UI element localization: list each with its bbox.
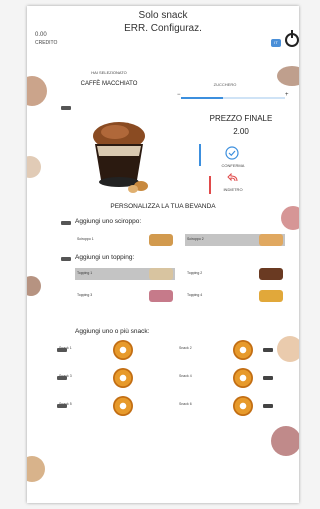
- selected-product-name: CAFFÈ MACCHIATO: [80, 81, 138, 87]
- topping-option-3[interactable]: Topping 3: [75, 290, 175, 302]
- topping-section-button[interactable]: [61, 257, 71, 261]
- background-decoration: [271, 426, 299, 456]
- syrup-image: [259, 234, 283, 246]
- donut-image: [113, 368, 133, 388]
- topping-image: [149, 290, 173, 302]
- background-decoration: [27, 276, 41, 296]
- background-decoration: [27, 456, 45, 482]
- snack-label: Snack 4: [179, 374, 192, 378]
- syrup-image: [149, 234, 173, 246]
- sugar-increase-button[interactable]: +: [285, 92, 289, 98]
- final-price-value: 2.00: [233, 127, 249, 136]
- snack-option-2[interactable]: Snack 2: [175, 340, 275, 360]
- final-price-label: PREZZO FINALE: [209, 114, 273, 123]
- snack-left-button[interactable]: [57, 376, 67, 380]
- background-decoration: [27, 156, 41, 178]
- snack-label: Snack 2: [179, 346, 192, 350]
- power-icon[interactable]: [283, 28, 299, 48]
- kiosk-screen: 0.00 CREDITO Solo snack ERR. Configuraz.…: [27, 6, 299, 503]
- coffee-cup-image: [93, 122, 148, 193]
- back-button[interactable]: INDIETRO: [213, 187, 253, 192]
- donut-image: [113, 340, 133, 360]
- background-decoration: [27, 76, 47, 106]
- topping-option-label: Topping 4: [187, 293, 203, 297]
- topping-image: [259, 268, 283, 280]
- topping-image: [149, 268, 173, 280]
- confirm-accent-bar: [199, 144, 201, 166]
- status-title: Solo snack: [138, 10, 188, 21]
- donut-image: [233, 368, 253, 388]
- credit-label: CREDITO: [35, 40, 58, 46]
- syrup-option-1[interactable]: Sciroppo 1: [75, 234, 175, 246]
- snack-label: Snack 6: [179, 402, 192, 406]
- sugar-slider-fill: [181, 97, 223, 99]
- topping-image: [259, 290, 283, 302]
- back-accent-bar: [209, 176, 211, 194]
- topping-option-4[interactable]: Topping 4: [185, 290, 285, 302]
- snack-add-button[interactable]: [263, 376, 273, 380]
- snack-option-1[interactable]: Snack 1: [55, 340, 155, 360]
- topping-option-label: Topping 3: [77, 293, 93, 297]
- status-subtitle: ERR. Configuraz.: [124, 23, 202, 34]
- confirm-button[interactable]: CONFERMA: [213, 163, 253, 168]
- snack-left-button[interactable]: [57, 404, 67, 408]
- syrup-option-label: Sciroppo 1: [77, 237, 94, 241]
- snack-left-button[interactable]: [57, 348, 67, 352]
- sugar-decrease-button[interactable]: −: [177, 92, 181, 98]
- check-icon[interactable]: [225, 146, 239, 160]
- language-button[interactable]: IT: [271, 39, 281, 47]
- sugar-slider[interactable]: [181, 97, 285, 99]
- snack-option-4[interactable]: Snack 4: [175, 368, 275, 388]
- topping-option-1[interactable]: Topping 1: [75, 268, 175, 280]
- snack-section-title: Aggiungi uno o più snack:: [75, 328, 150, 335]
- header-bar: 0.00 CREDITO Solo snack ERR. Configuraz.…: [27, 6, 299, 54]
- snack-add-button[interactable]: [263, 348, 273, 352]
- selected-label: HAI SELEZIONATO: [91, 70, 127, 75]
- sugar-label: ZUCCHERO: [213, 82, 237, 87]
- syrup-section-button[interactable]: [61, 221, 71, 225]
- syrup-option-label: Sciroppo 2: [187, 237, 204, 241]
- personalize-title: PERSONALIZZA LA TUA BEVANDA: [110, 203, 216, 210]
- syrup-option-2[interactable]: Sciroppo 2: [185, 234, 285, 246]
- donut-image: [233, 396, 253, 416]
- back-arrow-icon[interactable]: [227, 173, 239, 183]
- topping-option-label: Topping 1: [77, 271, 93, 275]
- background-decoration: [277, 66, 299, 86]
- topping-option-label: Topping 2: [187, 271, 203, 275]
- snack-option-6[interactable]: Snack 6: [175, 396, 275, 416]
- donut-image: [233, 340, 253, 360]
- edit-selection-button[interactable]: [61, 106, 71, 110]
- donut-image: [113, 396, 133, 416]
- background-decoration: [277, 336, 299, 362]
- syrup-section-title: Aggiungi uno sciroppo:: [75, 218, 142, 225]
- snack-option-3[interactable]: Snack 3: [55, 368, 155, 388]
- snack-option-5[interactable]: Snack 5: [55, 396, 155, 416]
- snack-add-button[interactable]: [263, 404, 273, 408]
- topping-section-title: Aggiungi un topping:: [75, 254, 135, 261]
- topping-option-2[interactable]: Topping 2: [185, 268, 285, 280]
